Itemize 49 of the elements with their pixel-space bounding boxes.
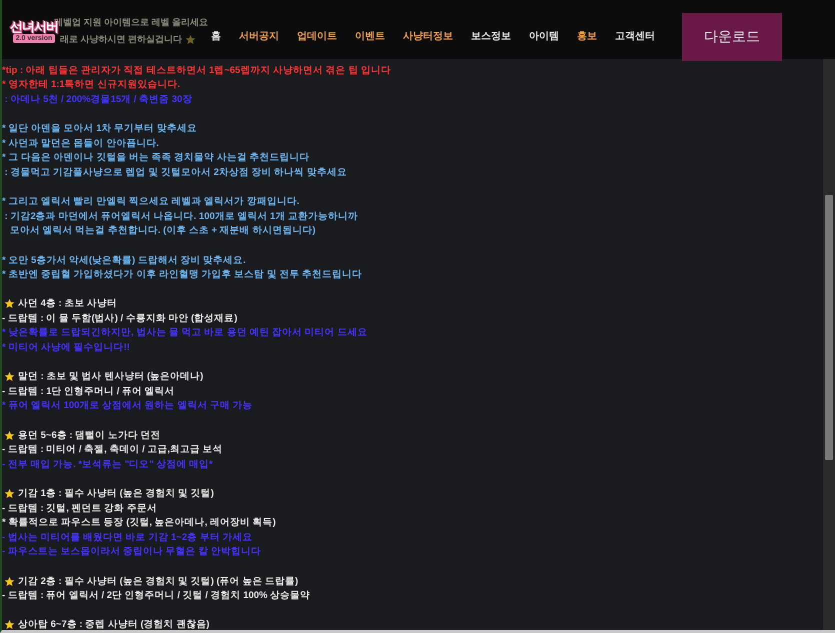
tip-text: - 드랍템 : 이 뮬 두함(법사) / 수룡지화 마안 (합성재료) xyxy=(2,312,238,325)
tip-text: * 미티어 사냥에 필수입니다!! xyxy=(2,341,130,354)
star-icon xyxy=(4,576,15,587)
section-heading: 상아탑 6~7층 : 중렙 사냥터 (경험치 괜찮음) xyxy=(18,618,210,632)
tip-text: * 퓨어 엘릭서 100개로 상점에서 원하는 엘릭서 구매 가능 xyxy=(2,399,253,412)
star-icon xyxy=(4,619,15,630)
star-icon xyxy=(4,430,15,441)
tip-text: * 확률적으로 파우스트 등장 (깃털, 높은아데나, 레어장비 획득) xyxy=(2,516,276,530)
tip-text: *tip : 아래 팁들은 관리자가 직접 테스트하면서 1렙~65렙까지 사냥하면서 겪은 팁 입니다 xyxy=(2,64,391,77)
section-heading: 말던 : 초보 및 법사 텐사냥터 (높은아데나) xyxy=(18,370,204,384)
section-heading: 사던 4층 : 초보 사냥터 xyxy=(18,297,118,310)
tip-text: : 경물먹고 기감풀사냥으로 렙업 및 깃털모아서 2차상점 장비 하나씩 맞추세요 xyxy=(4,166,347,179)
tip-text: - 드랍템 : 1단 인형주머니 / 퓨어 엘릭서 xyxy=(2,384,175,398)
section-heading: 기감 1층 : 필수 사냥터 (높은 경험치 및 깃털) xyxy=(18,487,214,500)
nav-link[interactable]: 고객센터 xyxy=(606,16,664,42)
tip-text: 모아서 엘릭서 먹는걸 추천합니다. (이후 스초 + 재분배 하시면됩니다) xyxy=(8,224,316,238)
star-icon xyxy=(4,371,15,382)
tip-text: : 아데나 5천 / 200%경물15개 / 축변줌 30장 xyxy=(4,92,192,106)
tip-text: * 사던과 말던은 몹들이 안아픕니다. xyxy=(2,136,159,150)
tip-text: - 법사는 미티어를 배웠다면 바로 기감 1~2층 부터 가세요 xyxy=(2,530,252,544)
tip-text: : 기감2층과 마던에서 퓨어엘릭서 나옵니다. 100개로 엘릭서 1개 교환가능하니까 xyxy=(4,210,358,223)
nav-link[interactable]: 사냥터정보 xyxy=(394,16,462,42)
tip-text: * 일단 아덴을 모아서 1차 무기부터 맞추세요 xyxy=(2,122,197,136)
tip-text: * 그 다음은 아덴이나 깃털을 버는 족족 경치물약 사는걸 추천드립니다 xyxy=(2,151,310,164)
nav-link[interactable]: 홍보 xyxy=(568,16,606,42)
tip-text: * 낮은확률로 드랍되긴하지만, 법사는 뮬 먹고 바로 용던 예틴 잡아서 미티어 드세요 xyxy=(2,326,368,340)
section-heading: 용던 5~6층 : 댐뻘이 노가다 던전 xyxy=(18,428,160,442)
download-button[interactable]: 다운로드 xyxy=(682,13,782,61)
nav-link[interactable]: 서버공지 xyxy=(230,16,288,42)
section-heading: 기감 2층 : 필수 사냥터 (높은 경험치 및 깃털) (퓨어 높은 드랍률) xyxy=(18,574,298,588)
tip-text: - 드랍템 : 미티어 / 축젤, 축데이 / 고급,최고급 보석 xyxy=(2,443,223,456)
nav-link[interactable]: 아이템 xyxy=(520,16,568,42)
tip-text: * 그리고 엘릭서 빨리 만엘릭 찍으세요 레벨과 엘릭서가 깡패입니다. xyxy=(2,195,300,208)
tip-text: - 드랍템 : 퓨어 엘릭서 / 2단 인형주머니 / 깃털 / 경험치 100% 상승물약 xyxy=(2,589,310,602)
nav-link[interactable]: 이벤트 xyxy=(346,16,394,42)
star-icon xyxy=(4,298,15,310)
tip-text: - 파우스트는 보스몹이라서 중립이나 무혈은 칼 안박힙니다 xyxy=(2,545,261,558)
scrollbar[interactable] xyxy=(823,59,835,630)
star-icon xyxy=(185,34,196,45)
tip-text: - 전부 매입 가능. *보석류는 "디오" 상점에 매입* xyxy=(2,458,213,471)
scrollbar-thumb[interactable] xyxy=(825,195,833,460)
tip-text: * 초반엔 중립혈 가입하셨다가 이후 라인혈맹 가입후 보스탐 및 전투 추천드립니다 xyxy=(2,268,362,282)
nav-link[interactable]: 보스정보 xyxy=(462,16,520,42)
tip-text: * 오만 5층가서 악세(낮은확률) 드랍해서 장비 맞추세요. xyxy=(2,254,246,267)
tip-text: * 영자한테 1:1톡하면 신규지원있습니다. xyxy=(2,78,180,92)
star-icon xyxy=(4,488,15,500)
tip-text: - 드랍템 : 깃털, 펜던트 강화 주문서 xyxy=(2,502,157,515)
notice-text: 래로 사냥하시면 편하실겁니다 xyxy=(60,33,182,46)
nav-link[interactable]: 업데이트 xyxy=(288,16,346,42)
